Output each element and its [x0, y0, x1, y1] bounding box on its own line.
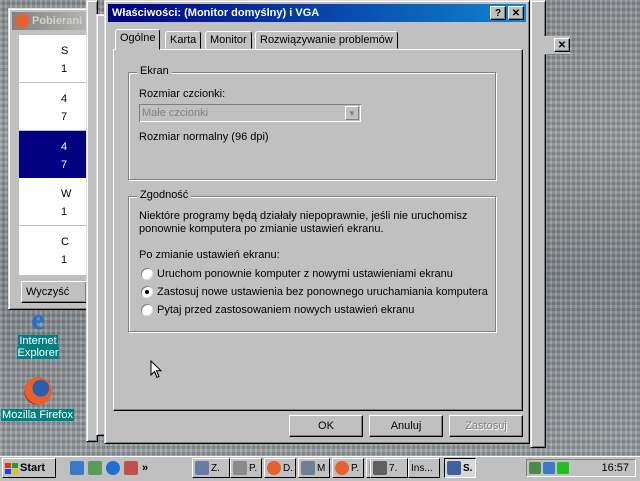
background-window-right	[530, 0, 546, 448]
close-button[interactable]: ✕	[508, 6, 524, 20]
list-item-selected[interactable]: 4 7	[19, 131, 91, 178]
windows-logo-icon	[5, 462, 18, 474]
window-icon	[301, 461, 315, 475]
downloads-window-titlebar[interactable]: Pobierani	[12, 12, 88, 30]
screen-groupbox: Ekran Rozmiar czcionki: Małe czcionki ▼ …	[128, 65, 496, 180]
taskbar-button-active[interactable]: S.	[444, 458, 476, 478]
radio-button[interactable]	[141, 304, 153, 316]
compat-text-line-2: ponownie komputera po zmianie ustawień e…	[139, 223, 384, 235]
chevron-down-icon[interactable]: ▼	[345, 106, 359, 120]
taskbar-button[interactable]: D.	[264, 458, 296, 478]
list-item[interactable]: C 1	[19, 226, 91, 273]
window-icon	[447, 461, 461, 475]
network-icon[interactable]	[88, 461, 102, 475]
desktop-icon-label: Explorer	[16, 347, 60, 359]
taskbar-button[interactable]: 7.	[370, 458, 408, 478]
dialog-titlebar[interactable]: Właściwości: (Monitor domyślny) i VGA ? …	[108, 4, 526, 22]
dialog-title: Właściwości: (Monitor domyślny) i VGA	[112, 7, 320, 19]
list-item[interactable]: 4 7	[19, 83, 91, 131]
settings-icon[interactable]	[124, 461, 138, 475]
tab-strip: Ogólne Karta Monitor Rozwiązywanie probl…	[113, 29, 523, 51]
compatibility-group-label: Zgodność	[137, 189, 192, 201]
internet-explorer-icon[interactable]	[106, 461, 120, 475]
show-desktop-icon[interactable]	[70, 461, 84, 475]
background-window-strip: ✕	[544, 36, 570, 55]
window-icon	[373, 461, 387, 475]
radio-option-apply-now[interactable]: Zastosuj nowe ustawienia bez ponownego u…	[141, 286, 491, 300]
mouse-pointer-icon	[150, 360, 163, 379]
mozilla-firefox-shortcut[interactable]: Mozilla Firefox	[0, 377, 75, 421]
radio-option-ask[interactable]: Pytaj przed zastosowaniem nowych ustawie…	[141, 304, 491, 318]
ok-button[interactable]: OK	[289, 415, 363, 437]
font-size-value: Małe czcionki	[142, 107, 209, 119]
dpi-text: Rozmiar normalny (96 dpi)	[139, 131, 269, 143]
firefox-icon	[23, 377, 52, 405]
start-button[interactable]: Start	[2, 458, 56, 478]
properties-dialog[interactable]: Właściwości: (Monitor domyślny) i VGA ? …	[104, 0, 530, 444]
window-icon	[195, 461, 209, 475]
window-icon	[233, 461, 247, 475]
taskbar-button[interactable]: M	[298, 458, 330, 478]
desktop-icon-label: Internet	[18, 335, 58, 347]
taskbar-button[interactable]: P.	[230, 458, 262, 478]
after-change-label: Po zmianie ustawień ekranu:	[139, 249, 280, 261]
internet-explorer-shortcut[interactable]: e Internet Explorer	[8, 305, 68, 359]
clock[interactable]: 16:57	[601, 462, 629, 474]
close-icon[interactable]: ✕	[554, 38, 570, 52]
radio-option-restart[interactable]: Uruchom ponownie komputer z nowymi ustaw…	[141, 268, 491, 282]
compatibility-groupbox: Zgodność Niektóre programy będą działały…	[128, 189, 496, 332]
help-button[interactable]: ?	[490, 6, 506, 20]
taskbar-button[interactable]: Z.	[192, 458, 230, 478]
taskbar-button[interactable]: Ins...	[408, 458, 440, 478]
tab-general[interactable]: Ogólne	[115, 29, 161, 50]
status-tray-icon[interactable]	[557, 462, 569, 474]
compat-text-line-1: Niektóre programy będą działały niepopra…	[139, 210, 468, 222]
radio-button-selected[interactable]	[141, 286, 153, 298]
screen-group-label: Ekran	[137, 65, 172, 77]
network-tray-icon[interactable]	[529, 462, 541, 474]
clear-button[interactable]: Wyczyść	[21, 281, 87, 303]
display-tray-icon[interactable]	[543, 462, 555, 474]
firefox-icon	[335, 461, 349, 475]
font-size-label: Rozmiar czcionki:	[139, 88, 226, 100]
tab-page: Ekran Rozmiar czcionki: Małe czcionki ▼ …	[113, 49, 523, 411]
downloads-window[interactable]: Pobierani S 1 4 7 4 7 W 1 C 1 Wyczyść	[8, 8, 92, 310]
quick-launch: »	[70, 459, 186, 477]
list-item[interactable]: W 1	[19, 178, 91, 226]
tab-monitor[interactable]: Monitor	[205, 31, 252, 49]
firefox-icon	[267, 461, 281, 475]
apply-button[interactable]: Zastosuj	[449, 415, 523, 437]
desktop-icon-label: Mozilla Firefox	[1, 409, 74, 421]
taskbar-button[interactable]: P.	[332, 458, 364, 478]
chevron-right-icon[interactable]: »	[142, 462, 148, 474]
system-tray: 16:57	[526, 459, 636, 477]
downloads-list[interactable]: S 1 4 7 4 7 W 1 C 1	[19, 35, 91, 275]
cancel-button[interactable]: Anuluj	[369, 415, 443, 437]
downloads-window-title: Pobierani	[32, 15, 83, 27]
radio-button[interactable]	[141, 268, 153, 280]
font-size-dropdown[interactable]: Małe czcionki ▼	[139, 104, 361, 122]
list-item[interactable]: S 1	[19, 35, 91, 83]
firefox-small-icon	[15, 14, 29, 28]
start-label: Start	[20, 462, 46, 474]
tab-troubleshooting[interactable]: Rozwiązywanie problemów	[255, 31, 398, 49]
tab-adapter[interactable]: Karta	[165, 31, 202, 49]
